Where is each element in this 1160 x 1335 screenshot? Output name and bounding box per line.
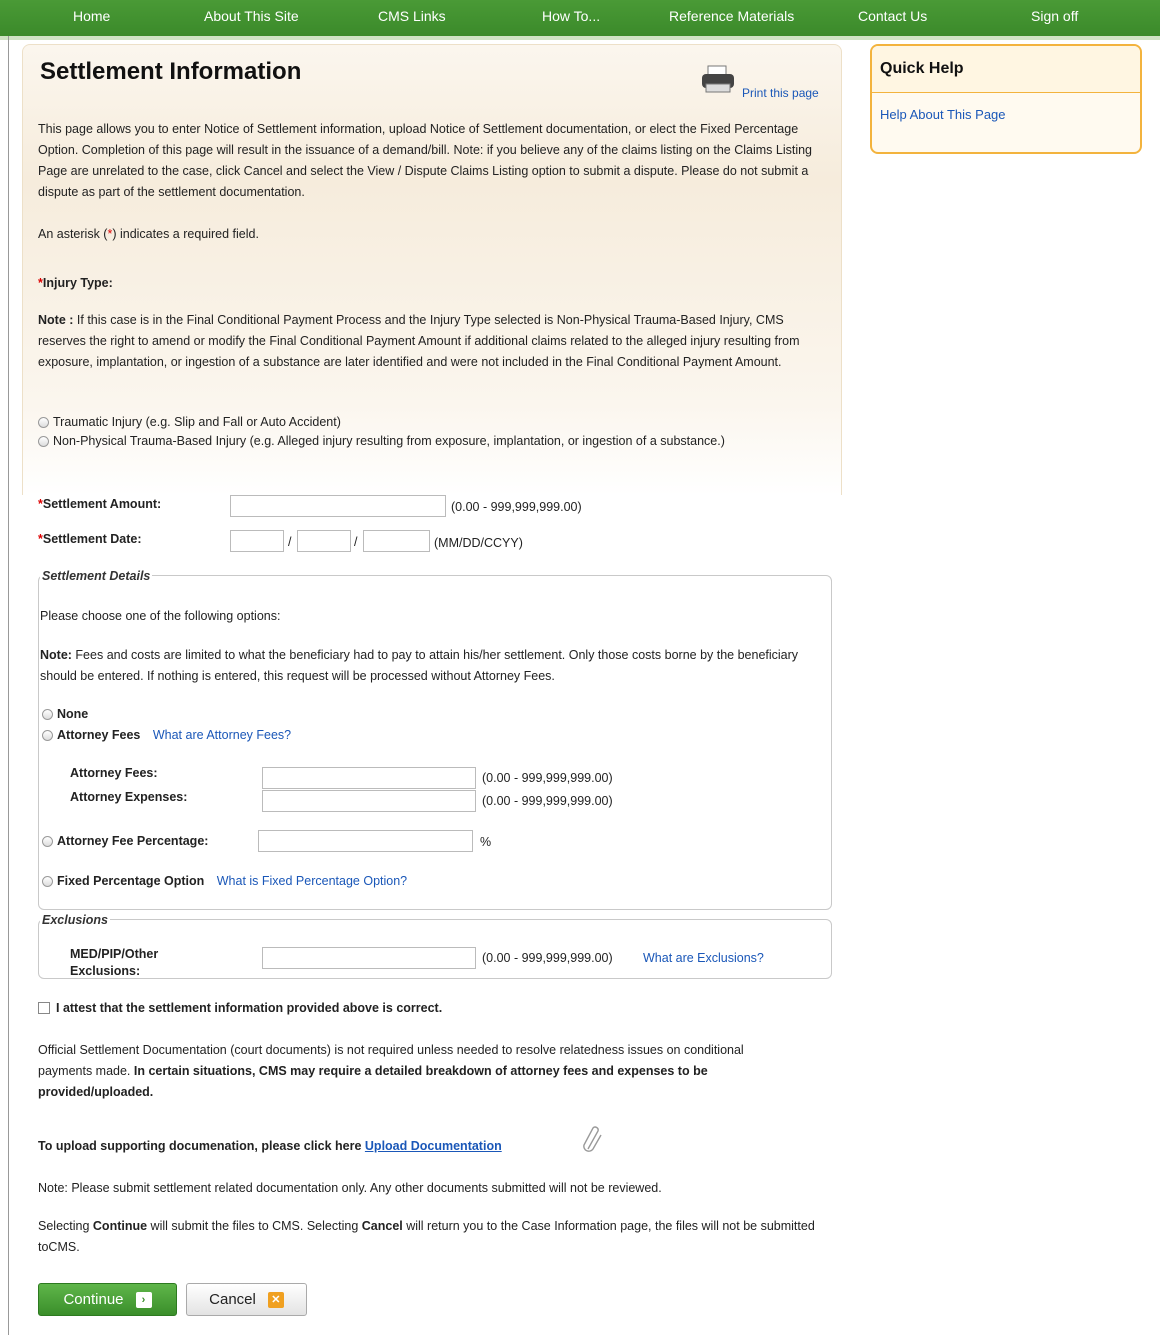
what-are-attorney-fees-link[interactable]: What are Attorney Fees?: [153, 728, 291, 742]
quick-help-title: Quick Help: [872, 46, 1140, 93]
attorney-fee-percentage-radio[interactable]: [42, 836, 53, 847]
option-attorney-fees[interactable]: Attorney Fees What are Attorney Fees?: [42, 728, 291, 742]
what-are-exclusions-link[interactable]: What are Exclusions?: [643, 951, 764, 965]
exclusions-label: MED/PIP/Other Exclusions:: [70, 947, 159, 978]
attorney-expenses-hint: (0.00 - 999,999,999.00): [482, 794, 613, 808]
option-none[interactable]: None: [42, 707, 88, 721]
asterisk-note: An asterisk (*) indicates a required fie…: [38, 227, 259, 241]
settlement-amount-label: *Settlement Amount:: [38, 497, 162, 511]
attorney-fees-input[interactable]: [262, 767, 476, 789]
documents-note: Note: Please submit settlement related d…: [38, 1181, 662, 1195]
nav-home[interactable]: Home: [73, 8, 110, 24]
settlement-date-day-input[interactable]: [297, 530, 351, 552]
attest-checkbox[interactable]: [38, 1002, 50, 1014]
help-about-page-link[interactable]: Help About This Page: [880, 107, 1006, 122]
exclusions-legend: Exclusions: [40, 913, 110, 927]
page-title: Settlement Information: [40, 58, 302, 85]
upload-row: To upload supporting documenation, pleas…: [38, 1139, 502, 1153]
attorney-fees-hint: (0.00 - 999,999,999.00): [482, 771, 613, 785]
settlement-date-year-input[interactable]: [363, 530, 430, 552]
cancel-button[interactable]: Cancel ✕: [186, 1283, 307, 1316]
continue-button[interactable]: Continue ›: [38, 1283, 177, 1316]
upload-documentation-link[interactable]: Upload Documentation: [365, 1139, 502, 1153]
attest-checkbox-row[interactable]: I attest that the settlement information…: [38, 1001, 442, 1015]
attorney-expenses-input[interactable]: [262, 790, 476, 812]
print-page-link[interactable]: Print this page: [742, 86, 819, 100]
injury-option-traumatic[interactable]: Traumatic Injury (e.g. Slip and Fall or …: [38, 414, 788, 430]
nav-how-to[interactable]: How To...: [542, 8, 600, 24]
non-physical-radio[interactable]: [38, 436, 49, 447]
injury-note: Note : If this case is in the Final Cond…: [38, 313, 800, 369]
attorney-fee-percentage-input[interactable]: [258, 830, 473, 852]
fixed-percentage-radio[interactable]: [42, 876, 53, 887]
quick-help-panel: Quick Help Help About This Page: [870, 44, 1142, 154]
official-documentation-text: Official Settlement Documentation (court…: [38, 1043, 744, 1099]
page-left-border: [8, 36, 9, 1335]
settlement-date-label: *Settlement Date:: [38, 532, 142, 546]
choose-option-text: Please choose one of the following optio…: [40, 609, 281, 623]
settlement-date-month-input[interactable]: [230, 530, 284, 552]
paperclip-icon: [582, 1125, 604, 1153]
attorney-fees-label: Attorney Fees:: [70, 766, 158, 780]
selecting-info-text: Selecting Continue will submit the files…: [38, 1219, 815, 1254]
nav-reference-materials[interactable]: Reference Materials: [669, 8, 794, 24]
nav-cms-links[interactable]: CMS Links: [378, 8, 446, 24]
close-icon: ✕: [267, 1291, 284, 1308]
traumatic-radio[interactable]: [38, 417, 49, 428]
nav-sign-off[interactable]: Sign off: [1031, 8, 1078, 24]
top-nav: Home About This Site CMS Links How To...…: [0, 0, 1160, 40]
settlement-details-legend: Settlement Details: [40, 569, 153, 583]
date-separator: /: [288, 535, 292, 549]
settlement-amount-hint: (0.00 - 999,999,999.00): [451, 500, 582, 514]
injury-type-label: *Injury Type:: [38, 276, 113, 290]
settlement-date-hint: (MM/DD/CCYY): [434, 536, 523, 550]
fees-note: Note: Fees and costs are limited to what…: [40, 648, 799, 683]
arrow-right-icon: ›: [135, 1291, 152, 1308]
attorney-fees-radio[interactable]: [42, 730, 53, 741]
what-is-fixed-percentage-link[interactable]: What is Fixed Percentage Option?: [217, 874, 407, 888]
none-radio[interactable]: [42, 709, 53, 720]
attorney-expenses-label: Attorney Expenses:: [70, 790, 188, 804]
intro-text: This page allows you to enter Notice of …: [38, 122, 813, 199]
option-attorney-fee-percentage[interactable]: Attorney Fee Percentage:: [42, 834, 208, 848]
exclusions-hint: (0.00 - 999,999,999.00): [482, 951, 613, 965]
printer-icon[interactable]: [700, 64, 740, 96]
nav-contact-us[interactable]: Contact Us: [858, 8, 927, 24]
nav-about-this-site[interactable]: About This Site: [204, 8, 299, 24]
date-separator: /: [354, 535, 358, 549]
settlement-amount-input[interactable]: [230, 495, 446, 517]
injury-option-non-physical[interactable]: Non-Physical Trauma-Based Injury (e.g. A…: [38, 433, 778, 449]
option-fixed-percentage[interactable]: Fixed Percentage Option What is Fixed Pe…: [42, 874, 407, 888]
exclusions-input[interactable]: [262, 947, 476, 969]
percent-sign: %: [480, 835, 492, 849]
